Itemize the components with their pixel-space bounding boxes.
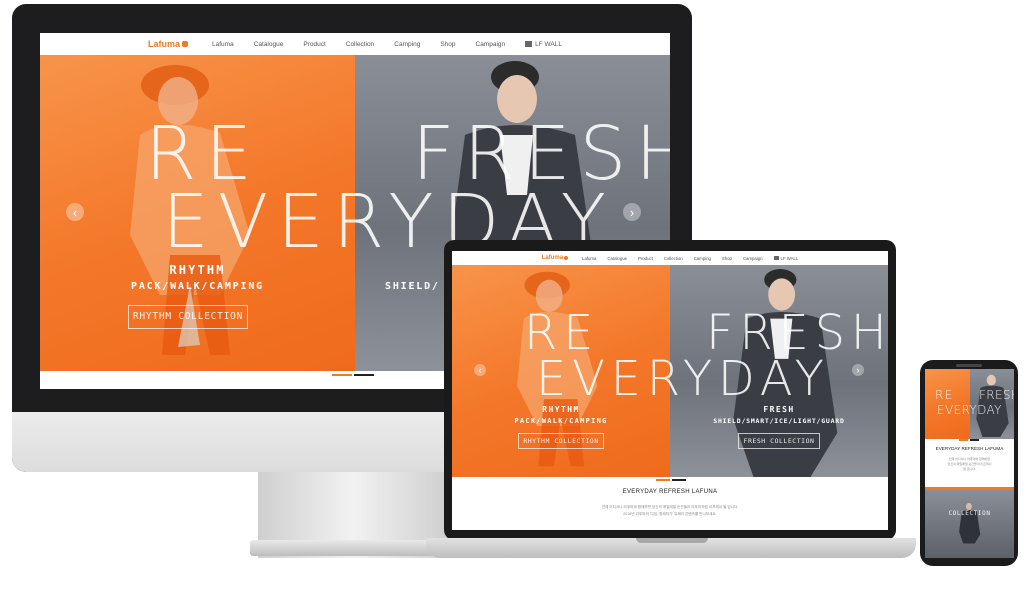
phone-banner-figure <box>959 502 981 544</box>
laptop-section-body-1: 언제 어디서나 라푸마와 함께하면 당신의 매일매일 순간들이 라푸마처럼 리프… <box>601 505 739 509</box>
slider-pager[interactable] <box>332 374 374 376</box>
laptop-nav-item-shop[interactable]: Shop <box>722 256 732 261</box>
laptop-headline-fresh: FRESH <box>706 305 888 361</box>
rhythm-subtitle: PACK/WALK/CAMPING <box>131 281 264 292</box>
fresh-subtitle-partial: SHIELD/ <box>385 281 440 292</box>
laptop-nav-item-lf-wall[interactable]: LF WALL <box>773 255 799 261</box>
laptop-headline-everyday: EVERYDAY <box>536 351 830 407</box>
laptop-section-title: EVERYDAY REFRESH LAFUNA <box>622 489 718 495</box>
brand-logo[interactable]: Lafuma <box>148 39 189 49</box>
pager-dot-active[interactable] <box>332 374 352 376</box>
laptop-wall-icon <box>773 256 779 260</box>
laptop-fresh-subtitle: SHIELD/SMART/ICE/LIGHT/GUARD <box>713 417 845 425</box>
nav-wall-label: LF WALL <box>535 40 562 48</box>
slider-next-arrow[interactable]: › <box>623 203 641 221</box>
laptop-slider-next-arrow[interactable]: › <box>852 364 864 376</box>
laptop-brand-logo[interactable]: Lafuma <box>541 255 569 261</box>
nav-item-lf-wall[interactable]: LF WALL <box>525 41 562 48</box>
phone-pager-dot-active[interactable] <box>959 439 968 441</box>
phone-speaker <box>956 364 982 367</box>
phone-headline-re: RE <box>935 388 954 402</box>
nav-item-lafuma[interactable]: Lafuma <box>212 41 234 48</box>
phone-screen: RE FRESH EVERYDAY EVERYDAY REFRESH LAFUM… <box>925 369 1014 558</box>
phone-hero-slider: RE FRESH EVERYDAY <box>925 369 1014 439</box>
laptop-nav-wall-label: LF WALL <box>780 255 799 261</box>
laptop-hero-slider: RHYTHM PACK/WALK/CAMPING RHYTHM COLLECTI… <box>452 265 888 477</box>
laptop-nav-item-lafuma[interactable]: Lafuma <box>582 256 596 261</box>
phone-section-title: EVERYDAY REFRESH LAFUMA <box>935 446 1004 451</box>
nav-item-catalogue[interactable]: Catalogue <box>254 41 284 48</box>
laptop-fresh-collection-button[interactable]: FRESH COLLECTION <box>738 433 820 449</box>
rhythm-collection-button[interactable]: RHYTHM COLLECTION <box>128 305 248 329</box>
nav-item-collection[interactable]: Collection <box>346 41 375 48</box>
laptop-logo-leaf-icon <box>564 256 569 260</box>
laptop-rhythm-subtitle: PACK/WALK/CAMPING <box>514 417 608 425</box>
laptop-rhythm-collection-button[interactable]: RHYTHM COLLECTION <box>518 433 604 449</box>
laptop-nav-item-campaign[interactable]: Campaign <box>743 256 763 261</box>
pager-dot[interactable] <box>354 374 374 376</box>
nav-item-shop[interactable]: Shop <box>440 41 455 48</box>
phone-banner-label: COLLECTION <box>948 510 991 517</box>
top-navigation: Lafuma Lafuma Catalogue Product Collecti… <box>40 33 670 55</box>
laptop-pager-dot-active[interactable] <box>656 479 670 481</box>
laptop-nav-item-camping[interactable]: Camping <box>694 256 711 261</box>
nav-item-product[interactable]: Product <box>303 41 325 48</box>
phone-intro-section: EVERYDAY REFRESH LAFUMA 언제 어디서나 라푸마와 함께하… <box>925 446 1014 471</box>
laptop-headline-re: RE <box>524 305 600 361</box>
phone-collection-banner[interactable]: COLLECTION <box>925 490 1014 558</box>
laptop-open-notch <box>636 538 708 543</box>
laptop-brand-logo-text: Lafuma <box>541 255 564 261</box>
phone-section-body-1: 언제 어디서나 라푸마와 함께하면 <box>948 457 991 461</box>
nav-item-camping[interactable]: Camping <box>394 41 420 48</box>
laptop-nav-item-catalogue[interactable]: Catalogue <box>607 256 627 261</box>
laptop-nav-item-product[interactable]: Product <box>638 256 653 261</box>
laptop-top-navigation: Lafuma Lafuma Catalogue Product Collecti… <box>452 251 888 265</box>
logo-leaf-icon <box>182 41 189 47</box>
laptop-screen: Lafuma Lafuma Catalogue Product Collecti… <box>452 251 888 530</box>
phone-section-body-2: 당신의 매일매일 순간들이 리프레쉬 <box>947 462 992 466</box>
laptop-nav-item-collection[interactable]: Collection <box>664 256 683 261</box>
phone-headline-fresh: FRESH <box>979 388 1014 402</box>
phone-section-body-3: 될 겁니다. <box>963 467 976 471</box>
slider-prev-arrow[interactable]: ‹ <box>66 203 84 221</box>
nav-item-campaign[interactable]: Campaign <box>476 41 506 48</box>
wall-icon <box>525 41 533 47</box>
phone-headline-everyday: EVERYDAY <box>937 403 1002 417</box>
device-mockup-stage: Lafuma Lafuma Catalogue Product Collecti… <box>0 0 1026 604</box>
phone-pager-dot[interactable] <box>970 439 979 441</box>
laptop-pager-dot[interactable] <box>672 479 686 481</box>
brand-logo-text: Lafuma <box>148 39 181 49</box>
laptop-section-body-2: 2016년 라푸마의 '다짐, 함께하기' 뮤째라 콘텐츠를 만나보세요. <box>623 512 717 516</box>
laptop-slider-prev-arrow[interactable]: ‹ <box>474 364 486 376</box>
laptop-intro-section: EVERYDAY REFRESH LAFUNA 언제 어디서나 라푸마와 함께하… <box>452 489 888 517</box>
rhythm-title: RHYTHM <box>169 263 226 277</box>
laptop-slider-pager[interactable] <box>656 479 686 481</box>
phone-slider-pager[interactable] <box>959 439 979 441</box>
